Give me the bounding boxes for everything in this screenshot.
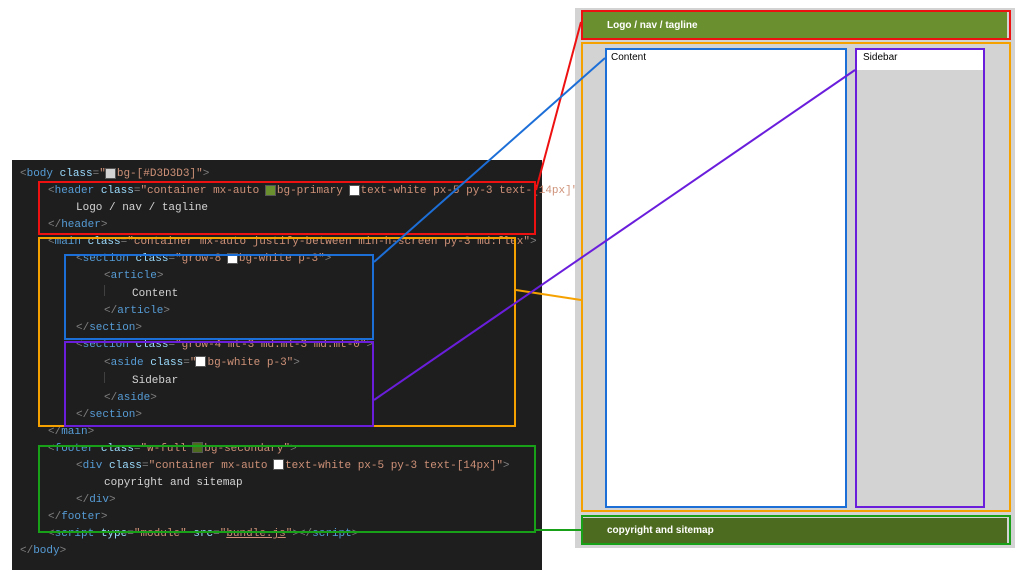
code-line: <section class="grow-8 bg-white p-3"> (20, 251, 534, 268)
color-swatch-white (350, 186, 359, 195)
code-line: <body class="bg-[#D3D3D3]"> (20, 166, 534, 183)
code-line: </section> (20, 407, 534, 424)
code-line: <section class="grow-4 mt-3 md:ml-3 md:m… (20, 337, 534, 354)
code-line: <div class="container mx-auto text-white… (20, 458, 534, 475)
code-line: <footer class="w-full bg-secondary"> (20, 441, 534, 458)
code-editor: <body class="bg-[#D3D3D3]"> <header clas… (12, 160, 542, 570)
code-line: Content (20, 285, 534, 303)
color-swatch-light (106, 169, 115, 178)
code-line: </section> (20, 320, 534, 337)
preview-main: Content Sidebar (605, 48, 985, 510)
code-line: <main class="container mx-auto justify-b… (20, 234, 534, 251)
layout-preview: Logo / nav / tagline Content Sidebar cop… (575, 8, 1015, 548)
code-line: </main> (20, 424, 534, 441)
code-line: copyright and sitemap (20, 475, 534, 492)
color-swatch-white (228, 254, 237, 263)
code-line: </div> (20, 492, 534, 509)
preview-footer: copyright and sitemap (583, 518, 1007, 544)
code-line: <aside class="bg-white p-3"> (20, 355, 534, 372)
color-swatch-primary (266, 186, 275, 195)
preview-content: Content (605, 48, 845, 508)
code-line: </header> (20, 217, 534, 234)
preview-sidebar: Sidebar (857, 48, 985, 70)
code-line: <article> (20, 268, 534, 285)
code-line: </footer> (20, 509, 534, 526)
color-swatch-white (274, 460, 283, 469)
preview-header: Logo / nav / tagline (583, 12, 1007, 40)
code-line: <script type="module" src="bundle.js"></… (20, 526, 534, 543)
code-line: <header class="container mx-auto bg-prim… (20, 183, 534, 200)
code-line: Sidebar (20, 372, 534, 390)
code-line: Logo / nav / tagline (20, 200, 534, 217)
code-line: </aside> (20, 390, 534, 407)
color-swatch-white (196, 357, 205, 366)
color-swatch-secondary (193, 443, 202, 452)
code-line: </article> (20, 303, 534, 320)
code-line: </body> (20, 543, 534, 560)
